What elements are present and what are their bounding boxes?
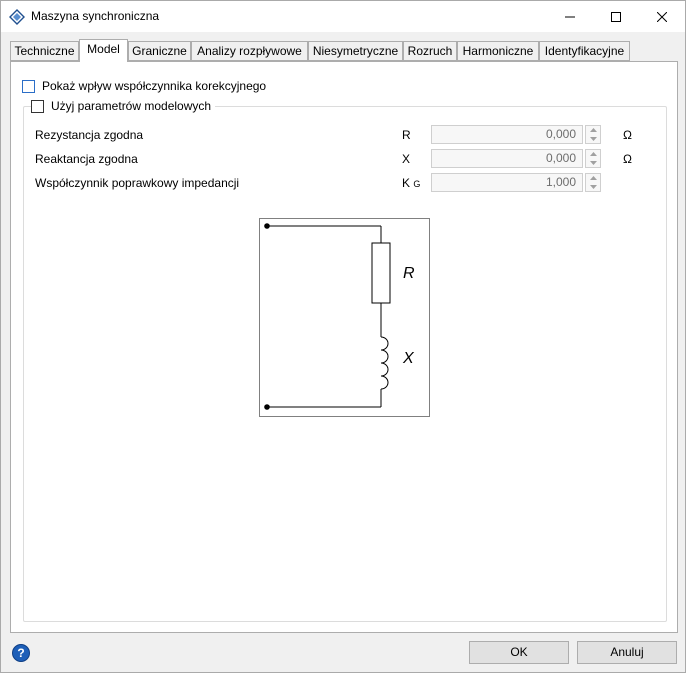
correction-factor-checkbox[interactable] bbox=[22, 79, 35, 93]
tab-graniczne[interactable]: Graniczne bbox=[128, 41, 191, 61]
minimize-icon bbox=[565, 16, 575, 17]
reactance-unit: Ω bbox=[623, 152, 632, 166]
help-icon: ? bbox=[17, 646, 25, 660]
spin-down-icon[interactable] bbox=[586, 135, 600, 143]
impedance-factor-label: Współczynnik poprawkowy impedancji bbox=[35, 176, 240, 190]
resistance-label: Rezystancja zgodna bbox=[35, 128, 144, 142]
diagram-r-label: R bbox=[403, 265, 415, 282]
spin-up-icon[interactable] bbox=[586, 126, 600, 134]
resistance-unit: Ω bbox=[623, 128, 632, 142]
tab-techniczne[interactable]: Techniczne bbox=[10, 41, 79, 61]
tab-model[interactable]: Model bbox=[79, 39, 128, 62]
title-bar: Maszyna synchroniczna bbox=[1, 1, 685, 32]
app-diamond-icon bbox=[9, 9, 25, 25]
dialog-window: Maszyna synchroniczna Techniczne Model G… bbox=[0, 0, 686, 673]
reactance-spinner[interactable] bbox=[585, 149, 601, 168]
model-params-label: Użyj parametrów modelowych bbox=[51, 99, 212, 113]
circuit-schematic: R X bbox=[264, 223, 415, 410]
spin-up-icon[interactable] bbox=[586, 150, 600, 158]
model-params-checkbox[interactable] bbox=[31, 99, 44, 113]
impedance-factor-spinner[interactable] bbox=[585, 173, 601, 192]
impedance-factor-symbol-sub: G bbox=[413, 179, 421, 189]
model-tab-panel: Pokaż wpływ współczynnika korekcyjnego U… bbox=[10, 61, 678, 633]
cancel-button[interactable]: Anuluj bbox=[577, 641, 677, 664]
tab-niesymetryczne[interactable]: Niesymetryczne bbox=[308, 41, 403, 61]
spin-down-icon[interactable] bbox=[586, 183, 600, 191]
ok-button[interactable]: OK bbox=[469, 641, 569, 664]
help-button[interactable]: ? bbox=[12, 644, 30, 662]
close-icon bbox=[657, 11, 667, 22]
minimize-button[interactable] bbox=[547, 1, 593, 32]
correction-factor-label: Pokaż wpływ współczynnika korekcyjnego bbox=[42, 79, 267, 93]
spin-up-icon[interactable] bbox=[586, 174, 600, 182]
resistance-symbol: R bbox=[402, 128, 411, 142]
reactance-symbol: X bbox=[402, 152, 411, 166]
model-params-option[interactable]: Użyj parametrów modelowych bbox=[31, 99, 216, 113]
tab-identyfikacyjne[interactable]: Identyfikacyjne bbox=[539, 41, 630, 61]
impedance-factor-symbol-main: K bbox=[402, 176, 411, 190]
resistance-spinner[interactable] bbox=[585, 125, 601, 144]
diagram-x-label: X bbox=[402, 350, 415, 367]
reactance-label: Reaktancja zgodna bbox=[35, 152, 138, 166]
maximize-button[interactable] bbox=[593, 1, 639, 32]
close-button[interactable] bbox=[639, 1, 685, 32]
reactance-input[interactable]: 0,000 bbox=[431, 149, 583, 168]
tab-rozruch[interactable]: Rozruch bbox=[403, 41, 457, 61]
window-title: Maszyna synchroniczna bbox=[31, 9, 160, 23]
tab-analizy-rozplywowe[interactable]: Analizy rozpływowe bbox=[191, 41, 308, 61]
tab-harmoniczne[interactable]: Harmoniczne bbox=[457, 41, 539, 61]
impedance-factor-symbol: K G bbox=[402, 176, 420, 190]
resistance-input[interactable]: 0,000 bbox=[431, 125, 583, 144]
correction-factor-option[interactable]: Pokaż wpływ współczynnika korekcyjnego bbox=[22, 79, 266, 93]
spin-down-icon[interactable] bbox=[586, 159, 600, 167]
impedance-factor-input[interactable]: 1,000 bbox=[431, 173, 583, 192]
maximize-icon bbox=[611, 11, 621, 22]
equivalent-circuit-diagram: R X bbox=[259, 218, 430, 417]
